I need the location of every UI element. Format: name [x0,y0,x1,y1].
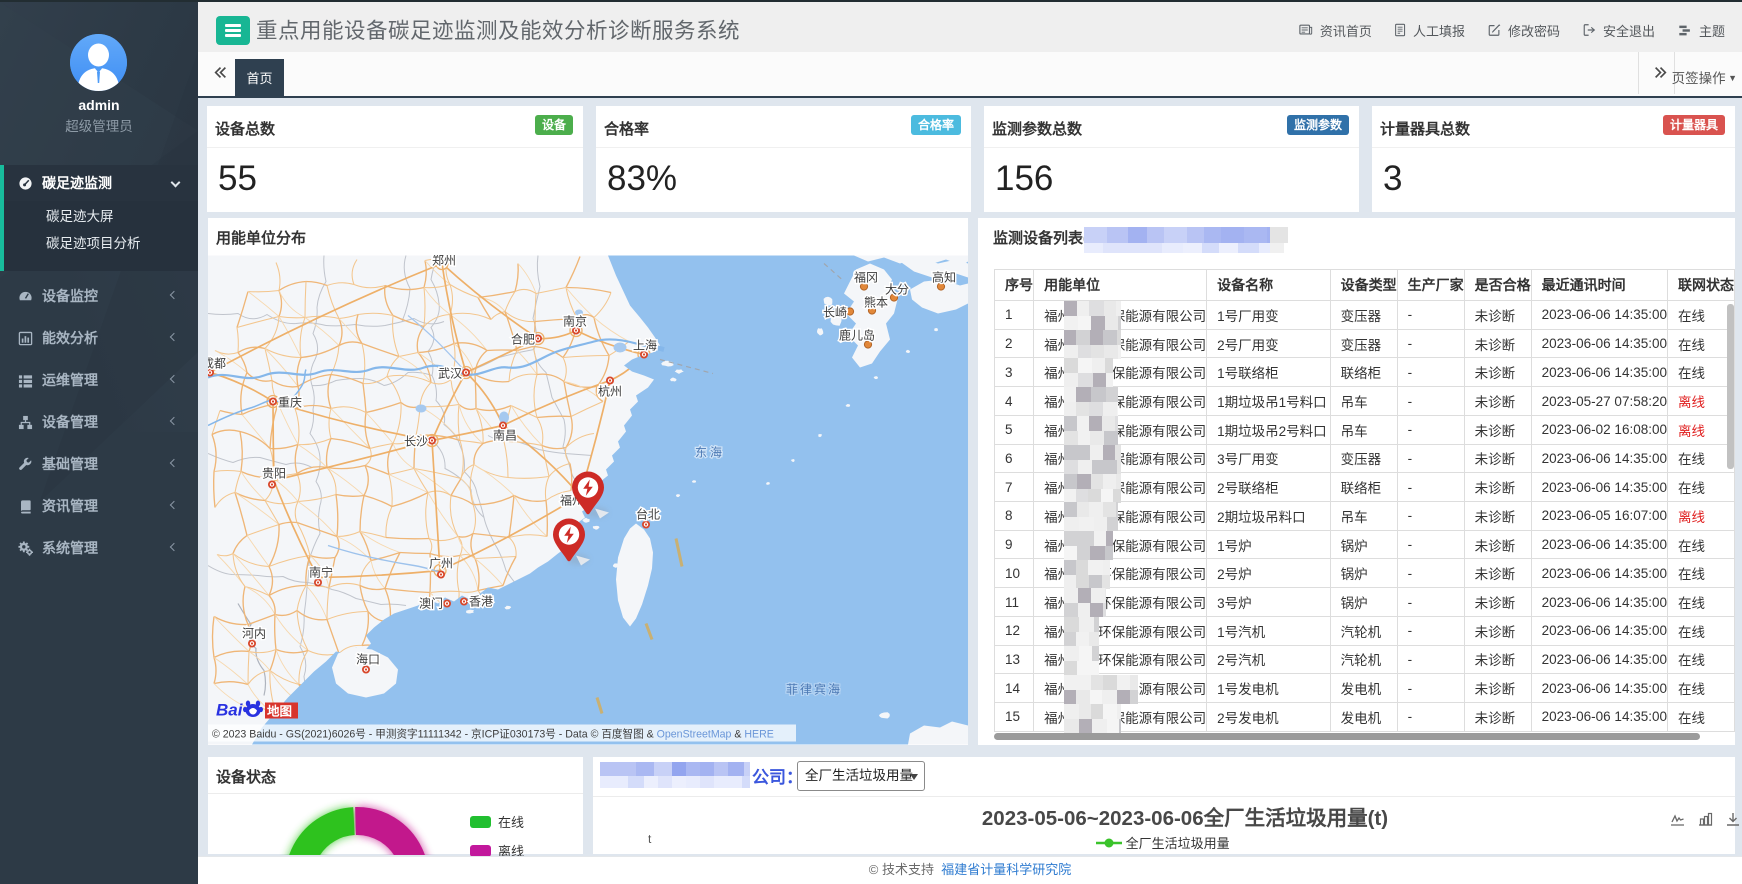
svg-text:武汉: 武汉 [438,367,462,381]
svg-text:鹿儿岛: 鹿儿岛 [839,328,875,343]
svg-text:熊本: 熊本 [864,295,888,310]
svg-text:福冈: 福冈 [854,270,878,285]
svg-text:杭州: 杭州 [598,384,622,399]
svg-text:南昌: 南昌 [493,428,517,443]
svg-text:大分: 大分 [885,283,909,297]
svg-text:重庆: 重庆 [278,396,302,410]
svg-text:成都: 成都 [208,357,226,371]
svg-text:Bai: Bai [216,701,244,720]
svg-text:贵阳: 贵阳 [262,467,286,481]
svg-text:广州: 广州 [429,557,453,571]
svg-text:© 2023 Baidu - GS(2021)6026号 -: © 2023 Baidu - GS(2021)6026号 - 甲测资字11111… [212,728,774,741]
svg-text:河内: 河内 [242,627,266,641]
svg-text:菲律宾海: 菲律宾海 [786,682,842,697]
svg-text:海口: 海口 [356,652,380,667]
svg-text:合肥: 合肥 [511,332,535,347]
svg-text:郑州: 郑州 [432,255,456,268]
svg-text:长崎: 长崎 [823,306,847,320]
svg-text:高知: 高知 [932,270,956,285]
svg-text:长沙: 长沙 [404,435,428,449]
svg-text:上海: 上海 [633,338,657,353]
svg-text:台北: 台北 [636,507,660,522]
svg-text:南京: 南京 [563,314,587,329]
svg-text:香港: 香港 [469,595,493,609]
svg-text:地图: 地图 [267,704,292,719]
svg-text:澳门: 澳门 [419,596,443,611]
svg-text:南宁: 南宁 [309,565,333,580]
svg-text:东海: 东海 [695,445,725,460]
